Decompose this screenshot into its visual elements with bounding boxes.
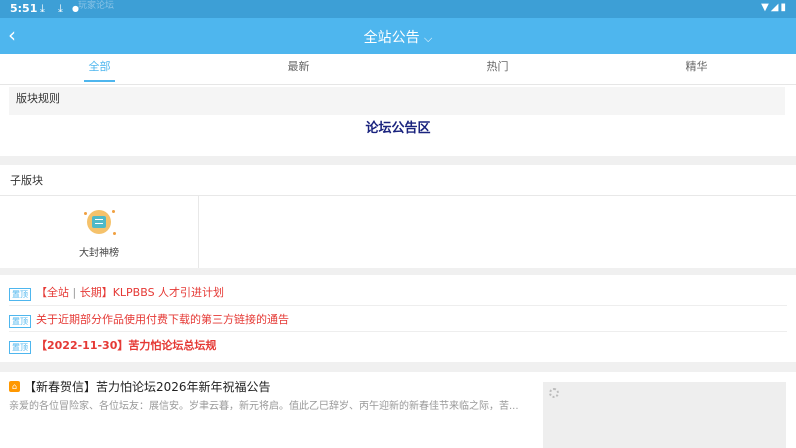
tab-featured[interactable]: 精华 bbox=[597, 54, 796, 84]
page-title[interactable]: 全站公告 ⌵ bbox=[0, 27, 796, 47]
battery-icon: ▮ bbox=[780, 2, 788, 13]
tab-label: 最新 bbox=[287, 60, 310, 73]
subforum-panel: 子版块 大封神榜 bbox=[0, 165, 796, 268]
subforum-item[interactable]: 大封神榜 bbox=[0, 196, 199, 268]
pinned-badge: 置顶 bbox=[9, 315, 31, 328]
thread-title-main: KLPBBS 人才引进计划 bbox=[112, 286, 225, 299]
tab-label: 精华 bbox=[685, 60, 708, 73]
thread-thumbnail[interactable] bbox=[543, 382, 786, 448]
thread-card[interactable]: ⌂ 【新春贺信】苦力怕论坛2026年新年祝福公告 亲爱的各位冒险家、各位坛友：展… bbox=[0, 372, 796, 448]
chevron-down-icon: ⌵ bbox=[424, 32, 433, 45]
app-bar: ‹ 全站公告 ⌵ bbox=[0, 18, 796, 54]
tab-all[interactable]: 全部 bbox=[0, 54, 199, 84]
pinned-badge: 置顶 bbox=[9, 341, 31, 354]
thread-title-mid: 长期】 bbox=[79, 286, 113, 299]
thread-title-prefix: 【全站 bbox=[36, 286, 69, 299]
subforum-header: 子版块 bbox=[10, 174, 43, 187]
status-bar: 5:51 ⤓ ⤓ ● 玩家论坛 ▼◢▮ bbox=[0, 0, 796, 18]
tab-bar: 全部 最新 热门 精华 bbox=[0, 54, 796, 85]
sticky-thread[interactable]: 置顶 【2022-11-30】苦力怕论坛总坛规 bbox=[9, 331, 787, 358]
thread-card-title: 【新春贺信】苦力怕论坛2026年新年祝福公告 bbox=[24, 380, 271, 394]
sticky-thread[interactable]: 置顶 关于近期部分作品使用付费下载的第三方链接的通告 bbox=[9, 305, 787, 332]
status-icons: ▼◢▮ bbox=[761, 2, 788, 13]
sparkle-decoration bbox=[113, 232, 116, 235]
sparkle-decoration bbox=[84, 212, 87, 215]
title-separator: | bbox=[69, 286, 80, 299]
tab-label: 热门 bbox=[486, 60, 509, 73]
sticky-thread-list: 置顶 【全站 | 长期】KLPBBS 人才引进计划 置顶 关于近期部分作品使用付… bbox=[0, 275, 796, 362]
subforum-label: 大封神榜 bbox=[79, 248, 119, 259]
download-icon: ⤓ bbox=[40, 2, 45, 15]
tab-hot[interactable]: 热门 bbox=[398, 54, 597, 84]
home-icon: ⌂ bbox=[9, 381, 20, 392]
sparkle-decoration bbox=[112, 210, 115, 213]
thread-title: 【全站 | 长期】KLPBBS 人才引进计划 bbox=[36, 284, 224, 300]
pinned-badge: 置顶 bbox=[9, 288, 31, 301]
tab-latest[interactable]: 最新 bbox=[199, 54, 398, 84]
rules-header: 版块规则 bbox=[9, 87, 785, 115]
sticky-thread[interactable]: 置顶 【全站 | 长期】KLPBBS 人才引进计划 bbox=[9, 279, 787, 305]
thread-title: 【2022-11-30】苦力怕论坛总坛规 bbox=[36, 339, 217, 352]
tab-label: 全部 bbox=[88, 60, 111, 73]
title-text: 全站公告 bbox=[363, 30, 420, 46]
forum-rules-panel: 版块规则 论坛公告区 bbox=[0, 85, 796, 156]
active-tab-indicator bbox=[84, 80, 115, 82]
rules-body: 论坛公告区 bbox=[365, 121, 431, 136]
download-icon: ⤓ bbox=[58, 2, 63, 15]
loading-spinner-icon bbox=[549, 388, 559, 398]
ghost-notification-text: 玩家论坛 bbox=[78, 1, 115, 11]
wifi-icon: ▼ bbox=[761, 2, 771, 13]
status-time: 5:51 bbox=[10, 2, 38, 15]
thread-title: 关于近期部分作品使用付费下载的第三方链接的通告 bbox=[36, 313, 289, 326]
ranking-icon bbox=[87, 210, 111, 234]
thread-card-excerpt: 亲爱的各位冒险家、各位坛友：展信安。岁聿云暮，新元将启。值此乙巳辞岁、丙午迎新的… bbox=[9, 401, 519, 412]
